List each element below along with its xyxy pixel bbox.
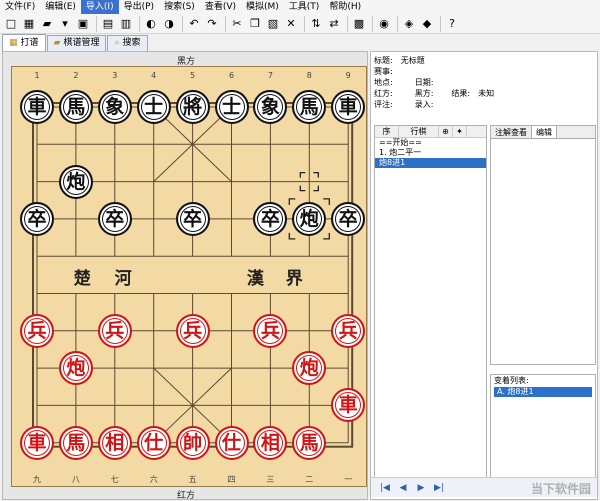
main-tabs: ▦ 打谱 ▰ 棋谱管理 ⌕ 搜索 [2,34,149,51]
save-disk-icon[interactable]: ▣ [75,16,91,32]
help-icon[interactable]: ? [444,16,460,32]
black-label[interactable]: 黑方: [415,88,434,99]
title-value: 无标题 [400,56,425,65]
nav-bar: |◀ ◀ ▶ ▶| 当下软件园 [371,477,597,497]
menu-item[interactable]: 文件(F) [0,0,40,14]
close-x-icon[interactable]: ✕ [283,16,299,32]
xiangqi-board[interactable]: 123456789九八七六五四三二一楚河漢界車馬象士將士象馬車炮炮卒卒卒卒卒兵兵… [11,66,367,487]
board-setup-icon[interactable]: ▩ [351,16,367,32]
paste-icon[interactable]: ▧ [265,16,281,32]
forward-circle-icon[interactable]: ◑ [161,16,177,32]
info-pane: 标题: 无标题 赛事: 地点: 日期: 红方: 黑方: 结果: 未知 评注: 录入: 序 行… [370,51,598,500]
undo-icon[interactable]: ↶ [186,16,202,32]
notes-panel: 注解查看 编辑 [490,125,596,365]
toolbar-separator [139,15,140,32]
tags-icon[interactable]: ◆ [419,16,435,32]
first-move-button[interactable]: |◀ [377,480,393,496]
menu-bar: 文件(F) 编辑(E) 导入(I) 导出(P) 搜索(S) 查看(V) 模拟(M) 工具(T)… [0,0,600,14]
open-folder-icon[interactable]: ▰ [39,16,55,32]
move-to-marker [288,198,330,240]
tab-label: 打谱 [20,37,39,48]
bottom-side-label: 红方 [176,491,195,501]
save-green-icon[interactable]: ▦ [21,16,37,32]
title-label: 标题: [374,56,393,65]
title-field[interactable]: 标题: 无标题 [374,55,433,66]
flip-horizontal-icon[interactable]: ⇄ [326,16,342,32]
tab-folder[interactable]: ▰ 棋谱管理 [46,35,107,51]
toolbar: □ ▦ ▰ ▾ ▣ ▤ ▥ ◐ ◑ ↶ ↷ ✂ ❐ ▧ ✕ ⇅ ⇄ ▩ ◉ ◈ ◆? [0,14,600,34]
variations-panel: 变着列表: A. 炮8进1 [490,374,596,490]
last-move-button[interactable]: ▶| [431,480,447,496]
move-list[interactable]: 序 行棋 ⊕ ✦ ==开始== 1. 炮二平一 炮8进1 [374,125,487,490]
menu-item[interactable]: 导出(P) [119,0,159,14]
tab-label: 搜索 [122,38,141,48]
redo-icon[interactable]: ↷ [204,16,220,32]
col-index[interactable]: 序 [375,126,399,137]
toolbar-separator [372,15,373,32]
folder-icon: ▰ [53,38,61,48]
tab-notes-edit[interactable]: 编辑 [532,126,557,138]
tab-notes-view[interactable]: 注解查看 [491,126,532,138]
toolbar-separator [182,15,183,32]
menu-item[interactable]: 编辑(E) [40,0,81,14]
red-label[interactable]: 红方: [374,88,393,99]
variation-item[interactable]: A. 炮8进1 [494,387,592,397]
place-label[interactable]: 地点: [374,77,393,88]
engine-icon[interactable]: ◉ [376,16,392,32]
col-flag-icon[interactable]: ⊕ [439,126,453,137]
move-list-header: 序 行棋 ⊕ ✦ [375,126,486,138]
prev-move-button[interactable]: ◀ [395,480,411,496]
menu-item[interactable]: 模拟(M) [241,0,284,14]
event-label[interactable]: 赛事: [374,66,393,77]
col-move[interactable]: 行棋 [399,126,439,137]
toolbar-separator [347,15,348,32]
result-label: 结果: [451,89,471,98]
delete-icon[interactable]: ▥ [118,16,134,32]
toolbar-separator [440,15,441,32]
toolbar-separator [225,15,226,32]
move-row[interactable]: 1. 炮二平一 [375,148,486,158]
dropdown-arrow-icon[interactable]: ▾ [57,16,73,32]
comment-label[interactable]: 评注: [374,99,393,110]
menu-item[interactable]: 查看(V) [200,0,241,14]
tab-label: 棋谱管理 [63,38,100,48]
menu-item[interactable]: 工具(T) [284,0,325,14]
next-move-button[interactable]: ▶ [413,480,429,496]
result-field[interactable]: 结果: 未知 [451,88,502,99]
toolbar-separator [397,15,398,32]
tab-board[interactable]: ▦ 打谱 [2,34,46,51]
move-row[interactable]: 炮8进1 [375,158,486,168]
entry-label[interactable]: 录入: [415,99,434,110]
board-icon: ▦ [9,37,18,48]
tag-icon[interactable]: ◈ [401,16,417,32]
game-info: 标题: 无标题 赛事: 地点: 日期: 红方: 黑方: 结果: 未知 评注: 录入: [374,55,596,121]
copy-icon[interactable]: ❐ [247,16,263,32]
search-icon: ⌕ [114,38,120,48]
date-label[interactable]: 日期: [415,77,434,88]
cut-icon[interactable]: ✂ [229,16,245,32]
variations-title: 变着列表: [494,376,529,385]
board-pane: 黑方 123456789九八七六五四三二一楚河漢界車馬象士將士象馬車炮炮卒卒卒卒… [2,51,368,501]
toolbar-separator [304,15,305,32]
back-circle-icon[interactable]: ◐ [143,16,159,32]
menu-item[interactable]: 搜索(S) [159,0,200,14]
tab-search[interactable]: ⌕ 搜索 [107,35,148,51]
result-value: 未知 [478,89,495,98]
menu-item[interactable]: 帮助(H) [324,0,366,14]
watermark: 当下软件园 [530,482,591,496]
menu-item[interactable]: 导入(I) [80,0,119,14]
move-row[interactable]: ==开始== [375,138,486,148]
new-icon[interactable]: □ [3,16,19,32]
col-mark-icon[interactable]: ✦ [453,126,467,137]
flip-vertical-icon[interactable]: ⇅ [308,16,324,32]
copy-board-icon[interactable]: ▤ [100,16,116,32]
toolbar-separator [96,15,97,32]
